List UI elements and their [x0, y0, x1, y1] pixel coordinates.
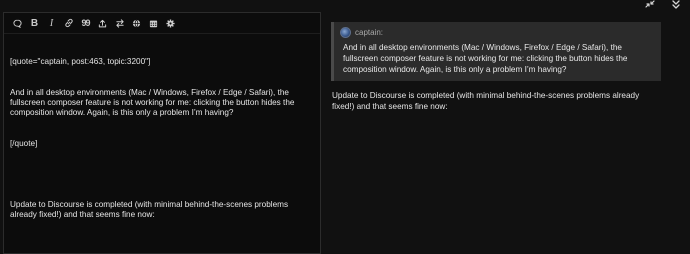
bold-button[interactable]: B [26, 15, 43, 31]
quote-body-text: And in all desktop environments (Mac / W… [10, 88, 297, 118]
editor-textarea[interactable]: [quote="captain, post:463, topic:3200"] … [4, 34, 320, 241]
speech-bubble-icon[interactable] [9, 15, 26, 31]
quote-author: captain: [355, 27, 384, 37]
reply-body-text: Update to Discourse is completed (with m… [10, 200, 291, 220]
calendar-icon[interactable] [145, 15, 162, 31]
quote-close-tag: [/quote] [10, 139, 38, 149]
italic-button[interactable]: I [43, 15, 60, 31]
window-controls [644, 0, 682, 10]
reply-preview-text: Update to Discourse is completed (with m… [332, 91, 640, 111]
quote-open-tag: [quote="captain, post:463, topic:3200"] [10, 57, 151, 67]
chevron-double-down-icon[interactable] [670, 0, 682, 10]
upload-icon[interactable] [94, 15, 111, 31]
quote-header: captain: [340, 25, 655, 39]
collapse-icon[interactable] [644, 0, 656, 10]
editor-pane: B I 99 [quote="captain, post:463, topic:… [3, 12, 321, 254]
editor-toolbar: B I 99 [4, 13, 320, 34]
blockquote-button[interactable]: 99 [77, 15, 94, 31]
preview-pane: captain: And in all desktop environments… [331, 22, 661, 254]
composer: B I 99 [quote="captain, post:463, topic:… [0, 0, 690, 254]
link-icon[interactable] [60, 15, 77, 31]
gear-icon[interactable] [162, 15, 179, 31]
swap-icon[interactable] [111, 15, 128, 31]
globe-icon[interactable] [128, 15, 145, 31]
quote-preview-text: And in all desktop environments (Mac / W… [343, 43, 628, 74]
quote-block: captain: And in all desktop environments… [331, 22, 661, 81]
avatar [340, 26, 351, 38]
